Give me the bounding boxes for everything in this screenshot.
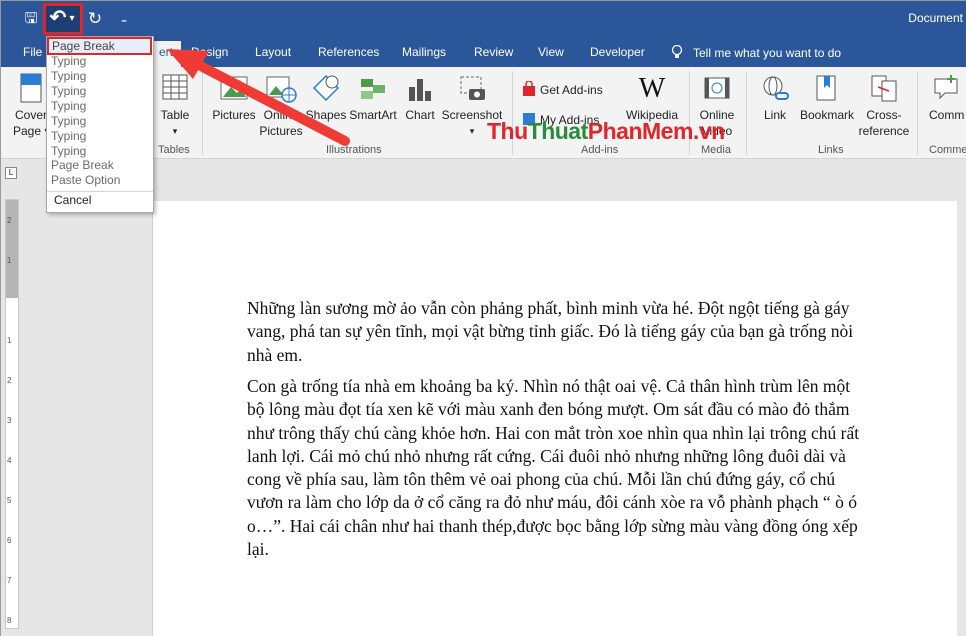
- ruler-number: 1: [7, 256, 12, 265]
- bookmark-label: Bookmark: [799, 108, 855, 122]
- link-label: Link: [763, 108, 786, 122]
- redo-icon[interactable]: ↻: [85, 5, 105, 33]
- ruler-margin: [6, 200, 18, 298]
- get-addins-button[interactable]: Get Add-ins: [521, 80, 603, 98]
- undo-item[interactable]: Page Break: [51, 158, 114, 172]
- group-label-media: Media: [701, 144, 731, 156]
- undo-item[interactable]: Typing: [51, 69, 86, 83]
- ruler-number: 6: [7, 536, 12, 545]
- wikipedia-button[interactable]: W Wikipedia: [623, 73, 681, 123]
- menu-divider: [47, 191, 153, 192]
- tell-me-text: Tell me what you want to do: [693, 46, 842, 60]
- cancel-button[interactable]: Cancel: [54, 193, 91, 207]
- lightbulb-icon: [671, 44, 683, 58]
- online-video-icon: [704, 77, 730, 99]
- word-window: 🖫 ↶ ▾ ↻ ₌ Document File ert Design Layou…: [0, 0, 966, 636]
- ruler-number: 2: [7, 376, 12, 385]
- group-separator: [917, 71, 918, 155]
- ruler-number: 8: [7, 616, 12, 625]
- cover-page-label-2: Page ▾: [13, 124, 51, 138]
- undo-item[interactable]: Typing: [51, 129, 86, 143]
- tell-me-box[interactable]: Tell me what you want to do: [671, 44, 842, 60]
- comment-icon: [934, 75, 958, 100]
- ruler-number: 5: [7, 496, 12, 505]
- cross-reference-label-2: reference: [858, 124, 910, 138]
- cover-page-button[interactable]: Cover Page ▾: [13, 73, 51, 139]
- undo-item[interactable]: Typing: [51, 84, 86, 98]
- get-addins-label: Get Add-ins: [540, 83, 603, 97]
- undo-item[interactable]: Typing: [51, 99, 86, 113]
- cover-page-icon: [20, 73, 42, 103]
- undo-history-menu: Page Break Typing Typing Typing Typing T…: [46, 36, 154, 213]
- ruler-number: 7: [7, 576, 12, 585]
- undo-item[interactable]: Paste Option: [51, 173, 120, 187]
- link-button[interactable]: Link: [755, 73, 795, 123]
- wikipedia-logo: W: [638, 73, 666, 104]
- undo-icon: ↶: [49, 7, 67, 29]
- tab-view[interactable]: View: [538, 45, 564, 59]
- customize-qat-icon[interactable]: ₌: [117, 5, 131, 33]
- tab-review[interactable]: Review: [474, 45, 513, 59]
- bookmark-icon: [816, 75, 836, 101]
- smartart-label: SmartArt: [349, 108, 397, 122]
- chart-icon: [409, 79, 431, 101]
- smartart-button[interactable]: SmartArt: [347, 73, 399, 123]
- ruler-number: 3: [7, 416, 12, 425]
- cross-reference-icon: [871, 75, 897, 102]
- paragraph[interactable]: Con gà trống tía nhà em khoảng ba ký. Nh…: [247, 375, 872, 561]
- screenshot-icon: [460, 76, 485, 100]
- comment-label: Comm: [929, 108, 965, 122]
- document-area: L 2 1 1 2 3 4 5 6 7 8 Những làn sương mờ…: [1, 159, 966, 636]
- tab-mailings[interactable]: Mailings: [402, 45, 446, 59]
- cover-page-label-1: Cover: [14, 108, 47, 122]
- title-bar: 🖫 ↶ ▾ ↻ ₌ Document: [1, 1, 966, 37]
- undo-item[interactable]: Typing: [51, 144, 86, 158]
- group-label-links: Links: [818, 144, 844, 156]
- annotation-arrow-icon: [167, 49, 350, 146]
- group-label-addins: Add-ins: [581, 144, 619, 156]
- group-label-comments: Comme: [929, 144, 966, 156]
- paragraph[interactable]: Những làn sương mờ ảo vẫn còn phảng phất…: [247, 297, 872, 367]
- group-separator: [746, 71, 747, 155]
- ruler-number: 2: [7, 216, 12, 225]
- cross-reference-button[interactable]: Cross- reference: [857, 73, 911, 139]
- store-icon: [523, 80, 535, 96]
- tab-selector[interactable]: L: [5, 167, 17, 179]
- undo-item[interactable]: Page Break: [47, 37, 152, 55]
- tab-file[interactable]: File: [23, 45, 42, 59]
- link-icon: [763, 76, 789, 100]
- cross-reference-label-1: Cross-: [866, 108, 902, 122]
- smartart-icon: [361, 79, 385, 99]
- chart-button[interactable]: Chart: [401, 73, 439, 123]
- save-icon[interactable]: 🖫: [19, 5, 43, 33]
- bookmark-button[interactable]: Bookmark: [797, 73, 857, 123]
- vertical-ruler: 2 1 1 2 3 4 5 6 7 8: [5, 199, 19, 629]
- chart-label: Chart: [405, 108, 435, 122]
- undo-button[interactable]: ↶ ▾: [43, 3, 83, 35]
- comment-button[interactable]: Comm: [925, 73, 966, 123]
- undo-item[interactable]: Typing: [51, 114, 86, 128]
- tab-developer[interactable]: Developer: [590, 45, 645, 59]
- undo-dropdown-icon[interactable]: ▾: [67, 5, 77, 33]
- ruler-number: 1: [7, 336, 12, 345]
- watermark-logo: ThuThuatPhanMem.vn: [487, 118, 725, 144]
- document-page[interactable]: Những làn sương mờ ảo vẫn còn phảng phất…: [152, 201, 957, 636]
- undo-item[interactable]: Typing: [51, 54, 86, 68]
- ruler-number: 4: [7, 456, 12, 465]
- document-title: Document: [908, 11, 963, 25]
